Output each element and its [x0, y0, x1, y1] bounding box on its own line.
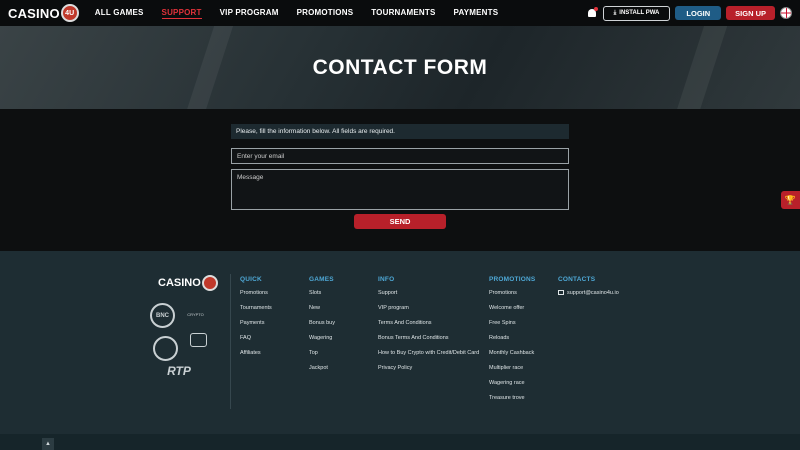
footer-logo[interactable]: CASINO [158, 275, 218, 291]
footer-link[interactable]: Slots [309, 290, 335, 305]
footer-col-title: GAMES [309, 276, 334, 283]
partner-badge-icon [190, 333, 207, 347]
footer-link[interactable]: Affiliates [240, 350, 272, 365]
header-actions: ⤓ INSTALL PWA LOGIN SIGN UP [586, 5, 792, 21]
footer-col-info: INFO Support VIP program Terms And Condi… [378, 276, 479, 380]
partner-logo-crypto: CRYPTO [187, 311, 204, 317]
footer-link[interactable]: Bonus buy [309, 320, 335, 335]
send-button[interactable]: SEND [354, 214, 446, 229]
footer-link[interactable]: Reloads [489, 335, 535, 350]
nav-payments[interactable]: PAYMENTS [454, 8, 499, 19]
footer-link[interactable]: FAQ [240, 335, 272, 350]
mail-icon [558, 290, 564, 295]
footer-divider [230, 274, 231, 409]
logo-text: CASINO [8, 5, 60, 21]
signup-button[interactable]: SIGN UP [726, 6, 775, 20]
page-title: CONTACT FORM [312, 55, 488, 79]
main-nav: ALL GAMES SUPPORT VIP PROGRAM PROMOTIONS… [95, 8, 516, 19]
nav-tournaments[interactable]: TOURNAMENTS [371, 8, 435, 19]
contact-email-link[interactable]: support@casino4u.io [558, 290, 619, 305]
contact-form-section: Please, fill the information below. All … [0, 109, 800, 251]
form-instructions: Please, fill the information below. All … [231, 124, 569, 139]
email-input[interactable]: Enter your email [231, 148, 569, 164]
footer-link[interactable]: How to Buy Crypto with Credit/Debit Card [378, 350, 479, 365]
bottom-bar: ▲ [0, 434, 800, 450]
footer-col-title: PROMOTIONS [489, 276, 536, 283]
download-icon: ⤓ [613, 9, 617, 16]
footer-link[interactable]: Free Spins [489, 320, 535, 335]
footer-link[interactable]: Payments [240, 320, 272, 335]
trophy-icon[interactable]: 🏆 [781, 191, 800, 209]
notification-bell-icon[interactable] [586, 7, 598, 19]
nav-promotions[interactable]: PROMOTIONS [297, 8, 354, 19]
footer-link[interactable]: New [309, 305, 335, 320]
install-pwa-label: INSTALL PWA [619, 10, 660, 16]
login-button[interactable]: LOGIN [675, 6, 722, 20]
message-textarea[interactable]: Message [231, 169, 569, 210]
footer-link[interactable]: Promotions [489, 290, 535, 305]
footer-link[interactable]: Support [378, 290, 479, 305]
top-header: CASINO 4U ALL GAMES SUPPORT VIP PROGRAM … [0, 0, 800, 26]
footer-link[interactable]: Bonus Terms And Conditions [378, 335, 479, 350]
footer-link[interactable]: Tournaments [240, 305, 272, 320]
footer-link[interactable]: VIP program [378, 305, 479, 320]
contact-email: support@casino4u.io [567, 290, 619, 296]
language-flag-icon[interactable] [780, 7, 792, 19]
page-banner: CONTACT FORM [0, 26, 800, 109]
footer-link[interactable]: Multiplier race [489, 365, 535, 380]
footer: CASINO BNC CRYPTO RTP QUICK Promotions T… [0, 251, 800, 434]
footer-col-promotions: PROMOTIONS Promotions Welcome offer Free… [489, 276, 535, 410]
casino-logo[interactable]: CASINO 4U [8, 4, 79, 22]
partner-logo-bnc: BNC [150, 303, 175, 328]
footer-col-title: CONTACTS [558, 276, 596, 283]
logo-chip-icon [201, 275, 218, 291]
footer-col-games: GAMES Slots New Bonus buy Wagering Top J… [309, 276, 335, 380]
partner-seal-icon [153, 336, 178, 361]
footer-link[interactable]: Terms And Conditions [378, 320, 479, 335]
footer-link[interactable]: Treasure trove [489, 395, 535, 410]
footer-col-quick: QUICK Promotions Tournaments Payments FA… [240, 276, 272, 365]
footer-link[interactable]: Promotions [240, 290, 272, 305]
footer-link[interactable]: Privacy Policy [378, 365, 479, 380]
footer-logo-text: CASINO [158, 277, 201, 289]
partner-logo-rtp: RTP [167, 364, 191, 378]
footer-col-contacts: CONTACTS support@casino4u.io [558, 276, 619, 305]
footer-col-title: QUICK [240, 276, 262, 283]
scroll-top-chevron-up-icon[interactable]: ▲ [42, 438, 54, 450]
banner-decoration [183, 26, 235, 109]
banner-decoration [673, 26, 729, 109]
footer-link[interactable]: Jackpot [309, 365, 335, 380]
footer-link[interactable]: Welcome offer [489, 305, 535, 320]
footer-link[interactable]: Wagering race [489, 380, 535, 395]
nav-support[interactable]: SUPPORT [161, 8, 202, 19]
footer-link[interactable]: Wagering [309, 335, 335, 350]
nav-vip-program[interactable]: VIP PROGRAM [220, 8, 279, 19]
footer-col-title: INFO [378, 276, 395, 283]
install-pwa-button[interactable]: ⤓ INSTALL PWA [602, 5, 671, 21]
nav-all-games[interactable]: ALL GAMES [95, 8, 144, 19]
footer-link[interactable]: Monthly Cashback [489, 350, 535, 365]
logo-chip-icon: 4U [60, 4, 79, 22]
footer-link[interactable]: Top [309, 350, 335, 365]
